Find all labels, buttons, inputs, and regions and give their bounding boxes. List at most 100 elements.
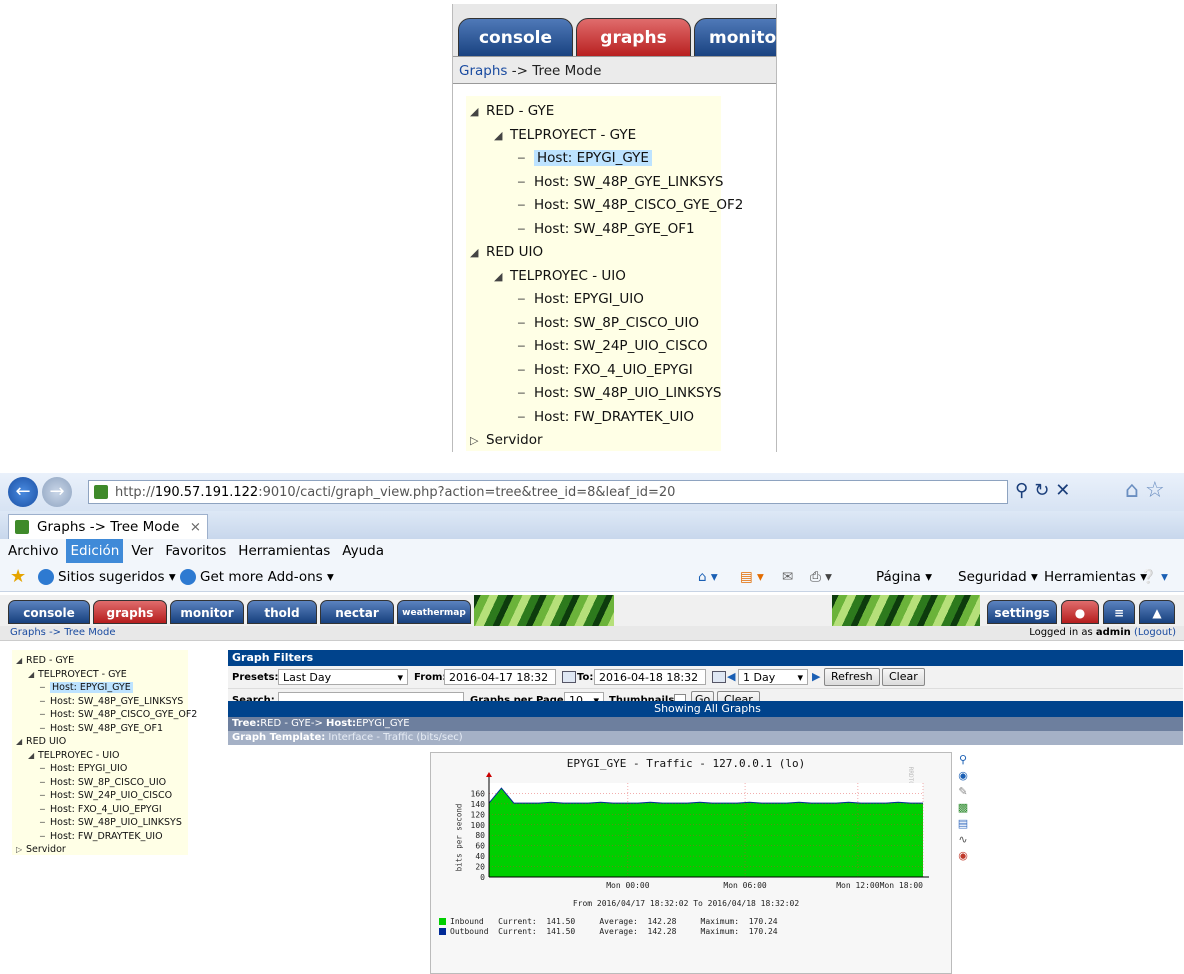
zoom-graph-icon[interactable]: ⚲	[956, 753, 970, 767]
thold-icon[interactable]: ◉	[956, 849, 970, 863]
menu-ayuda[interactable]: Ayuda	[338, 539, 388, 563]
presets-select[interactable]: Last Day ▾	[278, 669, 408, 685]
refresh-button[interactable]: Refresh	[824, 668, 880, 686]
tree-host-item[interactable]: ─ Host: SW_48P_CISCO_GYE_OF2	[518, 194, 743, 216]
tree-host-item[interactable]: ─ Host: EPYGI_GYE	[518, 147, 652, 169]
close-tab-icon[interactable]: ×	[190, 515, 201, 539]
zoom-tab-monitor[interactable]: monito	[694, 18, 776, 58]
tree-host-item[interactable]: ─ Host: SW_48P_GYE_LINKSYS	[518, 171, 723, 193]
tab-settings[interactable]: settings	[987, 600, 1057, 624]
search-icon[interactable]: ⚲	[1015, 480, 1034, 501]
tree-host-item[interactable]: ─ Host: SW_24P_UIO_CISCO	[518, 335, 708, 357]
tree-host-item[interactable]: ─ Host: SW_8P_CISCO_UIO	[40, 776, 166, 790]
cacti-breadcrumb-bar: Graphs -> Tree Mode Logged in as admin (…	[0, 626, 1184, 641]
to-label: To:	[577, 672, 594, 683]
tools-menu[interactable]: Herramientas ▾	[1044, 563, 1147, 591]
tree-branch-item[interactable]: ▷ Servidor	[16, 843, 66, 857]
tab-nectar[interactable]: nectar	[320, 600, 394, 624]
properties-icon[interactable]: ◉	[956, 769, 970, 783]
export-icon[interactable]: ▤	[956, 817, 970, 831]
browser-tab[interactable]: Graphs -> Tree Mode ×	[8, 514, 208, 539]
tree-host-item[interactable]: ─ Host: SW_48P_UIO_LINKSYS	[40, 816, 182, 830]
tree-view-icon[interactable]: ●	[1061, 600, 1099, 624]
menu-edicin[interactable]: Edición	[66, 539, 124, 563]
star-icon[interactable]: ☆	[1145, 478, 1171, 503]
print-icon[interactable]: ⎙ ▾	[810, 563, 832, 591]
zoom-tab-graphs[interactable]: graphs	[576, 18, 691, 58]
favorites-star-icon[interactable]: ★	[10, 563, 26, 591]
tree-branch-item[interactable]: ◢ TELPROYECT - GYE	[494, 124, 636, 146]
tab-weathermap[interactable]: weathermap	[397, 600, 471, 624]
tree-host-item[interactable]: ─ Host: FXO_4_UIO_EPYGI	[40, 803, 162, 817]
refresh-icon[interactable]: ↻	[1034, 480, 1055, 501]
tree-branch-item[interactable]: ◢ RED - GYE	[470, 100, 554, 122]
menu-herramientas[interactable]: Herramientas	[234, 539, 334, 563]
stop-icon[interactable]: ✕	[1055, 480, 1076, 501]
menu-archivo[interactable]: Archivo	[4, 539, 62, 563]
home-tool-icon[interactable]: ⌂ ▾	[698, 563, 718, 591]
help-icon[interactable]: ❔ ▾	[1140, 563, 1168, 591]
tree-host-item[interactable]: ─ Host: FW_DRAYTEK_UIO	[518, 406, 694, 428]
suggested-sites[interactable]: Sitios sugeridos ▾	[38, 563, 176, 591]
shift-right-icon[interactable]: ▶	[812, 666, 820, 688]
timespan-select[interactable]: 1 Day ▾	[738, 669, 808, 685]
home-icon[interactable]: ⌂	[1125, 478, 1145, 503]
tree-host-item[interactable]: ─ Host: FW_DRAYTEK_UIO	[40, 830, 163, 844]
clear-button[interactable]: Clear	[882, 668, 925, 686]
get-addons[interactable]: Get more Add-ons ▾	[180, 563, 334, 591]
cacti-breadcrumb[interactable]: Graphs -> Tree Mode	[10, 626, 116, 640]
collapsed-node-icon: ▷	[470, 434, 479, 447]
address-bar[interactable]: http://190.57.191.122:9010/cacti/graph_v…	[88, 480, 1008, 504]
tree-branch-item[interactable]: ◢ RED UIO	[470, 241, 543, 263]
tree-branch-item[interactable]: ◢ TELPROYEC - UIO	[28, 749, 120, 763]
tree-branch-item[interactable]: ◢ TELPROYECT - GYE	[28, 668, 127, 682]
mail-icon[interactable]: ✉	[782, 563, 793, 591]
ie-icon	[180, 569, 196, 585]
tree-host-item[interactable]: ─ Host: SW_48P_CISCO_GYE_OF2	[40, 708, 197, 722]
edit-icon[interactable]: ✎	[956, 785, 970, 799]
tree-branch-item[interactable]: ◢ RED UIO	[16, 735, 66, 749]
back-button[interactable]: ←	[8, 477, 38, 507]
shift-left-icon[interactable]: ◀	[727, 666, 735, 688]
to-input[interactable]: 2016-04-18 18:32	[594, 669, 706, 685]
tree-host-item[interactable]: ─ Host: SW_8P_CISCO_UIO	[518, 312, 699, 334]
from-input[interactable]: 2016-04-17 18:32	[444, 669, 556, 685]
expanded-node-icon: ◢	[16, 737, 23, 746]
tree-host-item[interactable]: ─ Host: SW_48P_GYE_OF1	[518, 218, 695, 240]
tab-graphs[interactable]: graphs	[93, 600, 167, 624]
logout-link[interactable]: (Logout)	[1134, 627, 1176, 638]
from-calendar-icon[interactable]	[562, 671, 576, 683]
tree-branch-item[interactable]: ◢ RED - GYE	[16, 654, 74, 668]
tree-host-item[interactable]: ─ Host: FXO_4_UIO_EPYGI	[518, 359, 693, 381]
tree-branch-item[interactable]: ▷ Servidor	[470, 429, 543, 451]
preview-view-icon[interactable]: ▲	[1139, 600, 1175, 624]
tree-host-item[interactable]: ─ Host: SW_48P_UIO_LINKSYS	[518, 382, 721, 404]
tab-console[interactable]: console	[8, 600, 90, 624]
menu-ver[interactable]: Ver	[127, 539, 157, 563]
expanded-node-icon: ◢	[494, 128, 503, 142]
trend-icon[interactable]: ▩	[956, 801, 970, 815]
tree-item-label: Servidor	[486, 432, 543, 448]
tree-host-item[interactable]: ─ Host: EPYGI_GYE	[40, 681, 133, 695]
realtime-icon[interactable]: ∿	[956, 833, 970, 847]
page-menu[interactable]: Página ▾	[876, 563, 932, 591]
zoom-tab-console[interactable]: console	[458, 18, 573, 58]
security-menu[interactable]: Seguridad ▾	[958, 563, 1038, 591]
tree-host-item[interactable]: ─ Host: SW_48P_GYE_LINKSYS	[40, 695, 183, 709]
feeds-icon[interactable]: ▤ ▾	[740, 563, 764, 591]
forward-button[interactable]: →	[42, 477, 72, 507]
tree-branch-item[interactable]: ◢ TELPROYEC - UIO	[494, 265, 626, 287]
host-name: EPYGI_GYE	[355, 718, 410, 729]
traffic-graph[interactable]: EPYGI_GYE - Traffic - 127.0.0.1 (lo) bit…	[430, 752, 952, 974]
tree-host-item[interactable]: ─ Host: SW_48P_GYE_OF1	[40, 722, 163, 736]
menu-favoritos[interactable]: Favoritos	[161, 539, 230, 563]
tree-host-item[interactable]: ─ Host: SW_24P_UIO_CISCO	[40, 789, 172, 803]
tab-monitor[interactable]: monitor	[170, 600, 244, 624]
tree-host-item[interactable]: ─ Host: EPYGI_UIO	[518, 288, 644, 310]
graph-tree: ◢ RED - GYE ◢ TELPROYECT - GYE ─ Host: EPYGI_…	[12, 650, 197, 857]
tab-thold[interactable]: thold	[247, 600, 317, 624]
to-calendar-icon[interactable]	[712, 671, 726, 683]
list-view-icon[interactable]: ≡	[1103, 600, 1135, 624]
zoom-breadcrumb-link[interactable]: Graphs	[459, 63, 507, 79]
tree-host-item[interactable]: ─ Host: EPYGI_UIO	[40, 762, 127, 776]
